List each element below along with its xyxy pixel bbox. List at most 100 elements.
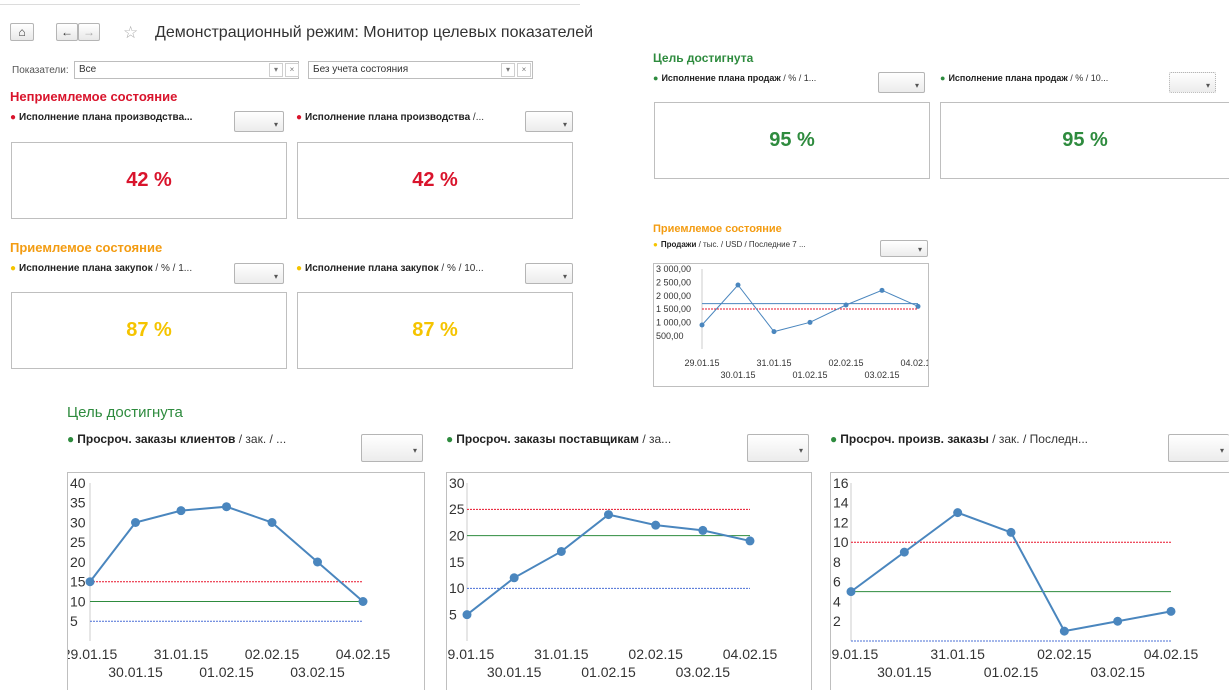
x-tick-label: 31.01.15 [154,646,209,662]
x-tick-label: 04.02.15 [336,646,391,662]
data-point [846,587,856,597]
y-tick-label: 10 [833,534,849,550]
indicator-settings-dropdown[interactable]: ▾ [525,111,573,132]
x-tick-label: 03.02.15 [676,664,731,680]
x-tick-label: 02.02.15 [1037,646,1092,662]
back-button[interactable]: ← [56,23,78,41]
home-button[interactable]: ⌂ [10,23,34,41]
indicator-details: / % / 10... [438,263,484,274]
y-tick-label: 2 000,00 [656,291,691,301]
data-point [879,287,885,293]
x-tick-label: 29.01.15 [684,358,719,368]
indicator-settings-dropdown[interactable]: ▾ [361,434,423,462]
x-tick-label: 30.01.15 [108,664,163,680]
indicator-settings-dropdown[interactable]: ▾ [234,263,284,284]
data-point [771,329,777,335]
x-tick-label: 01.02.15 [984,664,1039,680]
indicator-value: 42 % [126,169,172,191]
indicators-dropdown-button[interactable]: ▾ [269,63,283,77]
indicator-settings-dropdown[interactable]: ▾ [878,72,925,93]
y-tick-label: 25 [70,534,86,550]
chevron-down-icon: ▾ [273,65,278,74]
data-point [131,518,140,527]
page-title: Демонстрационный режим: Монитор целевых … [155,24,594,41]
indicator-value: 95 % [1062,129,1108,151]
data-point [651,520,661,530]
indicator-title: ● Просроч. заказы поставщикам / за... [446,432,736,446]
close-icon: × [289,65,295,74]
y-tick-label: 5 [449,607,457,623]
y-tick-label: 5 [70,613,78,629]
indicator-value: 42 % [412,169,458,191]
x-tick-label: 31.01.15 [930,646,985,662]
indicator-title: ● Исполнение плана продаж / % / 10... [940,73,1160,83]
indicator-title: ● Исполнение плана производства /... [296,112,511,123]
data-point [843,302,849,308]
x-tick-label: 29.01.15 [68,646,117,662]
x-tick-label: 03.02.15 [290,664,345,680]
status-dot-icon: ● [10,112,17,123]
data-point [899,547,909,557]
indicator-settings-dropdown[interactable]: ▾ [1168,434,1229,462]
y-tick-label: 20 [70,554,86,570]
x-tick-label: 04.02.15 [900,358,928,368]
chevron-down-icon: ▾ [562,120,567,129]
y-tick-label: 8 [833,554,841,570]
data-point [915,303,921,309]
indicator-settings-dropdown[interactable]: ▾ [747,434,809,462]
chevron-down-icon: ▾ [914,81,919,90]
data-point [556,546,566,556]
data-point [1113,616,1123,626]
star-icon[interactable]: ☆ [123,23,138,43]
state-clear-button[interactable]: × [517,63,531,77]
indicator-details: / % / 1... [152,263,193,274]
data-point [604,510,613,520]
indicator-name: Исполнение плана закупок [19,263,153,274]
indicator-name: Исполнение плана производства [305,112,471,123]
forward-button[interactable]: → [78,23,100,41]
data-point [698,525,708,535]
x-tick-label: 29.01.15 [831,646,878,662]
indicator-name: Исполнение плана закупок [305,263,439,274]
indicators-filter-input[interactable]: Все [74,61,299,79]
indicator-details: / зак. / Последн... [988,432,1088,446]
y-tick-label: 15 [449,554,465,570]
status-dot-icon: ● [653,240,658,249]
indicator-name: Исполнение плана продаж [661,73,781,83]
chevron-down-icon: ▾ [505,65,510,74]
indicator-settings-dropdown[interactable]: ▾ [880,240,928,257]
indicator-details: / зак. / ... [235,432,287,446]
section-goal-title: Цель достигнута [653,51,754,65]
data-point [176,506,186,516]
data-point [735,282,741,288]
chevron-down-icon: ▾ [562,272,567,281]
indicator-title: ● Просроч. заказы клиентов / зак. / ... [67,432,352,446]
section-unacceptable-title: Неприемлемое состояние [10,89,178,104]
indicators-clear-button[interactable]: × [285,63,299,77]
indicator-name: Исполнение плана производства... [19,112,193,123]
y-tick-label: 14 [833,495,849,511]
state-filter-input[interactable]: Без учета состояния [308,61,533,79]
x-tick-label: 02.02.15 [628,646,683,662]
indicator-settings-dropdown[interactable]: ▾ [1169,72,1216,93]
indicator-value-box: 87 % [11,292,287,369]
state-dropdown-button[interactable]: ▾ [501,63,515,77]
data-point [85,577,95,587]
header-divider [0,4,580,5]
y-tick-label: 3 000,00 [656,264,691,274]
home-icon: ⌂ [18,25,26,39]
data-point [953,508,963,518]
y-tick-label: 500,00 [656,331,684,341]
x-tick-label: 31.01.15 [756,358,791,368]
indicator-title: ● Исполнение плана продаж / % / 1... [653,73,868,83]
sales-chart-box: 3 000,00 2 500,00 2 000,00 1 500,00 1 000,00… [653,263,936,387]
data-point [313,557,322,567]
indicator-title: ● Исполнение плана производства... [10,112,225,123]
chevron-down-icon: ▾ [273,272,278,281]
y-tick-label: 2 [833,613,841,629]
x-tick-label: 29.01.15 [447,646,494,662]
production-orders-chart-box: 16 14 12 10 8 6 4 2 29.01.15 30.01.15 31.01.15 01.0… [824,472,1229,690]
indicator-settings-dropdown[interactable]: ▾ [234,111,284,132]
indicator-settings-dropdown[interactable]: ▾ [525,263,573,284]
y-tick-label: 35 [70,495,86,511]
